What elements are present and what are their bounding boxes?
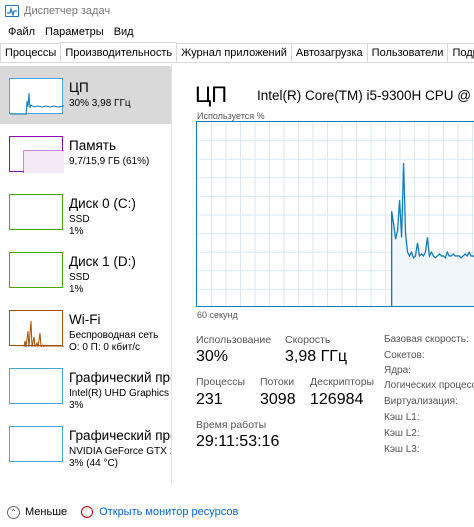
resource-detail-2: О: 0 П: 0 кбит/с — [69, 342, 141, 353]
spec-l1-cache: Кэш L1: — [384, 412, 420, 423]
cpu-usage-graph — [196, 121, 474, 307]
window-title: Диспетчер задач — [24, 5, 111, 17]
resource-detail: 9,7/15,9 ГБ (61%) — [69, 156, 150, 167]
wifi-thumbnail — [9, 310, 64, 347]
tab-startup[interactable]: Автозагрузка — [290, 43, 368, 62]
usage-axis-label: Используется % — [197, 111, 265, 121]
footer: ⌃ Меньше Открыть монитор ресурсов — [0, 497, 474, 527]
threads-label: Потоки — [260, 376, 295, 388]
gpu0-thumbnail — [9, 368, 63, 404]
resource-detail: Intel(R) UHD Graphics 6 — [69, 388, 172, 399]
fewer-details-button[interactable]: Меньше — [25, 506, 67, 518]
tab-processes[interactable]: Процессы — [0, 43, 62, 62]
spec-l3-cache: Кэш L3: — [384, 444, 420, 455]
resource-detail-2: 3% — [69, 400, 84, 411]
spec-base-speed: Базовая скорость: — [384, 334, 469, 345]
resource-detail: SSD — [69, 214, 90, 225]
resource-name: Память — [69, 138, 117, 153]
menu-options[interactable]: Параметры — [40, 26, 109, 38]
tab-strip: Процессы Производительность Журнал прило… — [0, 42, 474, 63]
tab-users[interactable]: Пользователи — [366, 43, 449, 62]
uptime-value: 29:11:53:16 — [196, 433, 280, 450]
resource-item-cpu[interactable]: ЦП 30% 3,98 ГГц — [0, 66, 171, 124]
time-axis-label: 60 секунд — [197, 310, 238, 320]
detail-title: ЦП — [195, 82, 228, 107]
resource-name: Графический про — [69, 428, 172, 443]
menu-view[interactable]: Вид — [109, 26, 139, 38]
spec-l2-cache: Кэш L2: — [384, 428, 420, 439]
resource-item-gpu0[interactable]: Графический про Intel(R) UHD Graphics 6 … — [0, 356, 172, 414]
resource-name: Графический про — [69, 370, 172, 385]
resource-detail: Беспроводная сеть — [69, 330, 159, 341]
cpu-graph-svg — [197, 122, 474, 306]
resource-detail-2: 1% — [69, 284, 84, 295]
processes-label: Процессы — [196, 376, 246, 388]
resource-name: Диск 1 (D:) — [69, 254, 136, 269]
uptime-label: Время работы — [196, 419, 267, 431]
memory-thumbnail — [9, 136, 64, 173]
resource-item-memory[interactable]: Память 9,7/15,9 ГБ (61%) — [0, 124, 171, 182]
resource-monitor-icon[interactable] — [81, 506, 94, 518]
speed-value: 3,98 ГГц — [285, 348, 348, 365]
handles-value: 126984 — [310, 391, 364, 408]
threads-value: 3098 — [260, 391, 296, 408]
resource-detail: NVIDIA GeForce GTX 16 — [69, 446, 172, 457]
menu-bar: Файл Параметры Вид — [0, 22, 474, 42]
resource-list: ЦП 30% 3,98 ГГц Память 9,7/15,9 ГБ (61%)… — [0, 64, 172, 484]
open-resource-monitor-link[interactable]: Открыть монитор ресурсов — [99, 506, 238, 518]
resource-item-gpu1[interactable]: Графический про NVIDIA GeForce GTX 16 3%… — [0, 414, 172, 472]
cpu-thumbnail — [9, 78, 64, 115]
gpu1-thumbnail — [9, 426, 63, 462]
tab-performance[interactable]: Производительность — [60, 42, 178, 62]
spec-sockets: Сокетов: — [384, 350, 425, 361]
disk1-thumbnail — [9, 252, 63, 288]
resource-item-disk1[interactable]: Диск 1 (D:) SSD 1% — [0, 240, 171, 298]
menu-file[interactable]: Файл — [3, 26, 40, 38]
utilization-value: 30% — [196, 348, 229, 365]
tab-app-history[interactable]: Журнал приложений — [176, 43, 292, 62]
resource-item-wifi[interactable]: Wi-Fi Беспроводная сеть О: 0 П: 0 кбит/с — [0, 298, 171, 356]
resource-detail-2: 3% (44 °C) — [69, 458, 119, 469]
task-manager-icon — [5, 4, 19, 18]
cpu-model: Intel(R) Core(TM) i5-9300H CPU @ 2.4 — [257, 88, 474, 103]
resource-item-disk0[interactable]: Диск 0 (C:) SSD 1% — [0, 182, 171, 240]
resource-name: Диск 0 (C:) — [69, 196, 136, 211]
handles-label: Дескрипторы — [310, 376, 375, 388]
resource-name: Wi-Fi — [69, 312, 101, 327]
resource-name: ЦП — [69, 80, 89, 95]
spec-cores: Ядра: — [384, 365, 411, 376]
cpu-detail-panel: ЦП Intel(R) Core(TM) i5-9300H CPU @ 2.4 … — [173, 64, 474, 484]
speed-label: Скорость — [285, 334, 331, 346]
resource-detail-2: 1% — [69, 226, 84, 237]
spec-virtualization: Виртуализация: — [384, 396, 458, 407]
processes-value: 231 — [196, 391, 223, 408]
title-bar: Диспетчер задач — [0, 0, 474, 22]
disk0-thumbnail — [9, 194, 63, 230]
spec-logical-processors: Логических процесс — [384, 380, 474, 391]
tab-details[interactable]: Подро — [447, 43, 474, 62]
resource-detail: SSD — [69, 272, 90, 283]
chevron-up-icon[interactable]: ⌃ — [7, 505, 20, 519]
utilization-label: Использование — [196, 334, 272, 346]
resource-detail: 30% 3,98 ГГц — [69, 98, 131, 109]
